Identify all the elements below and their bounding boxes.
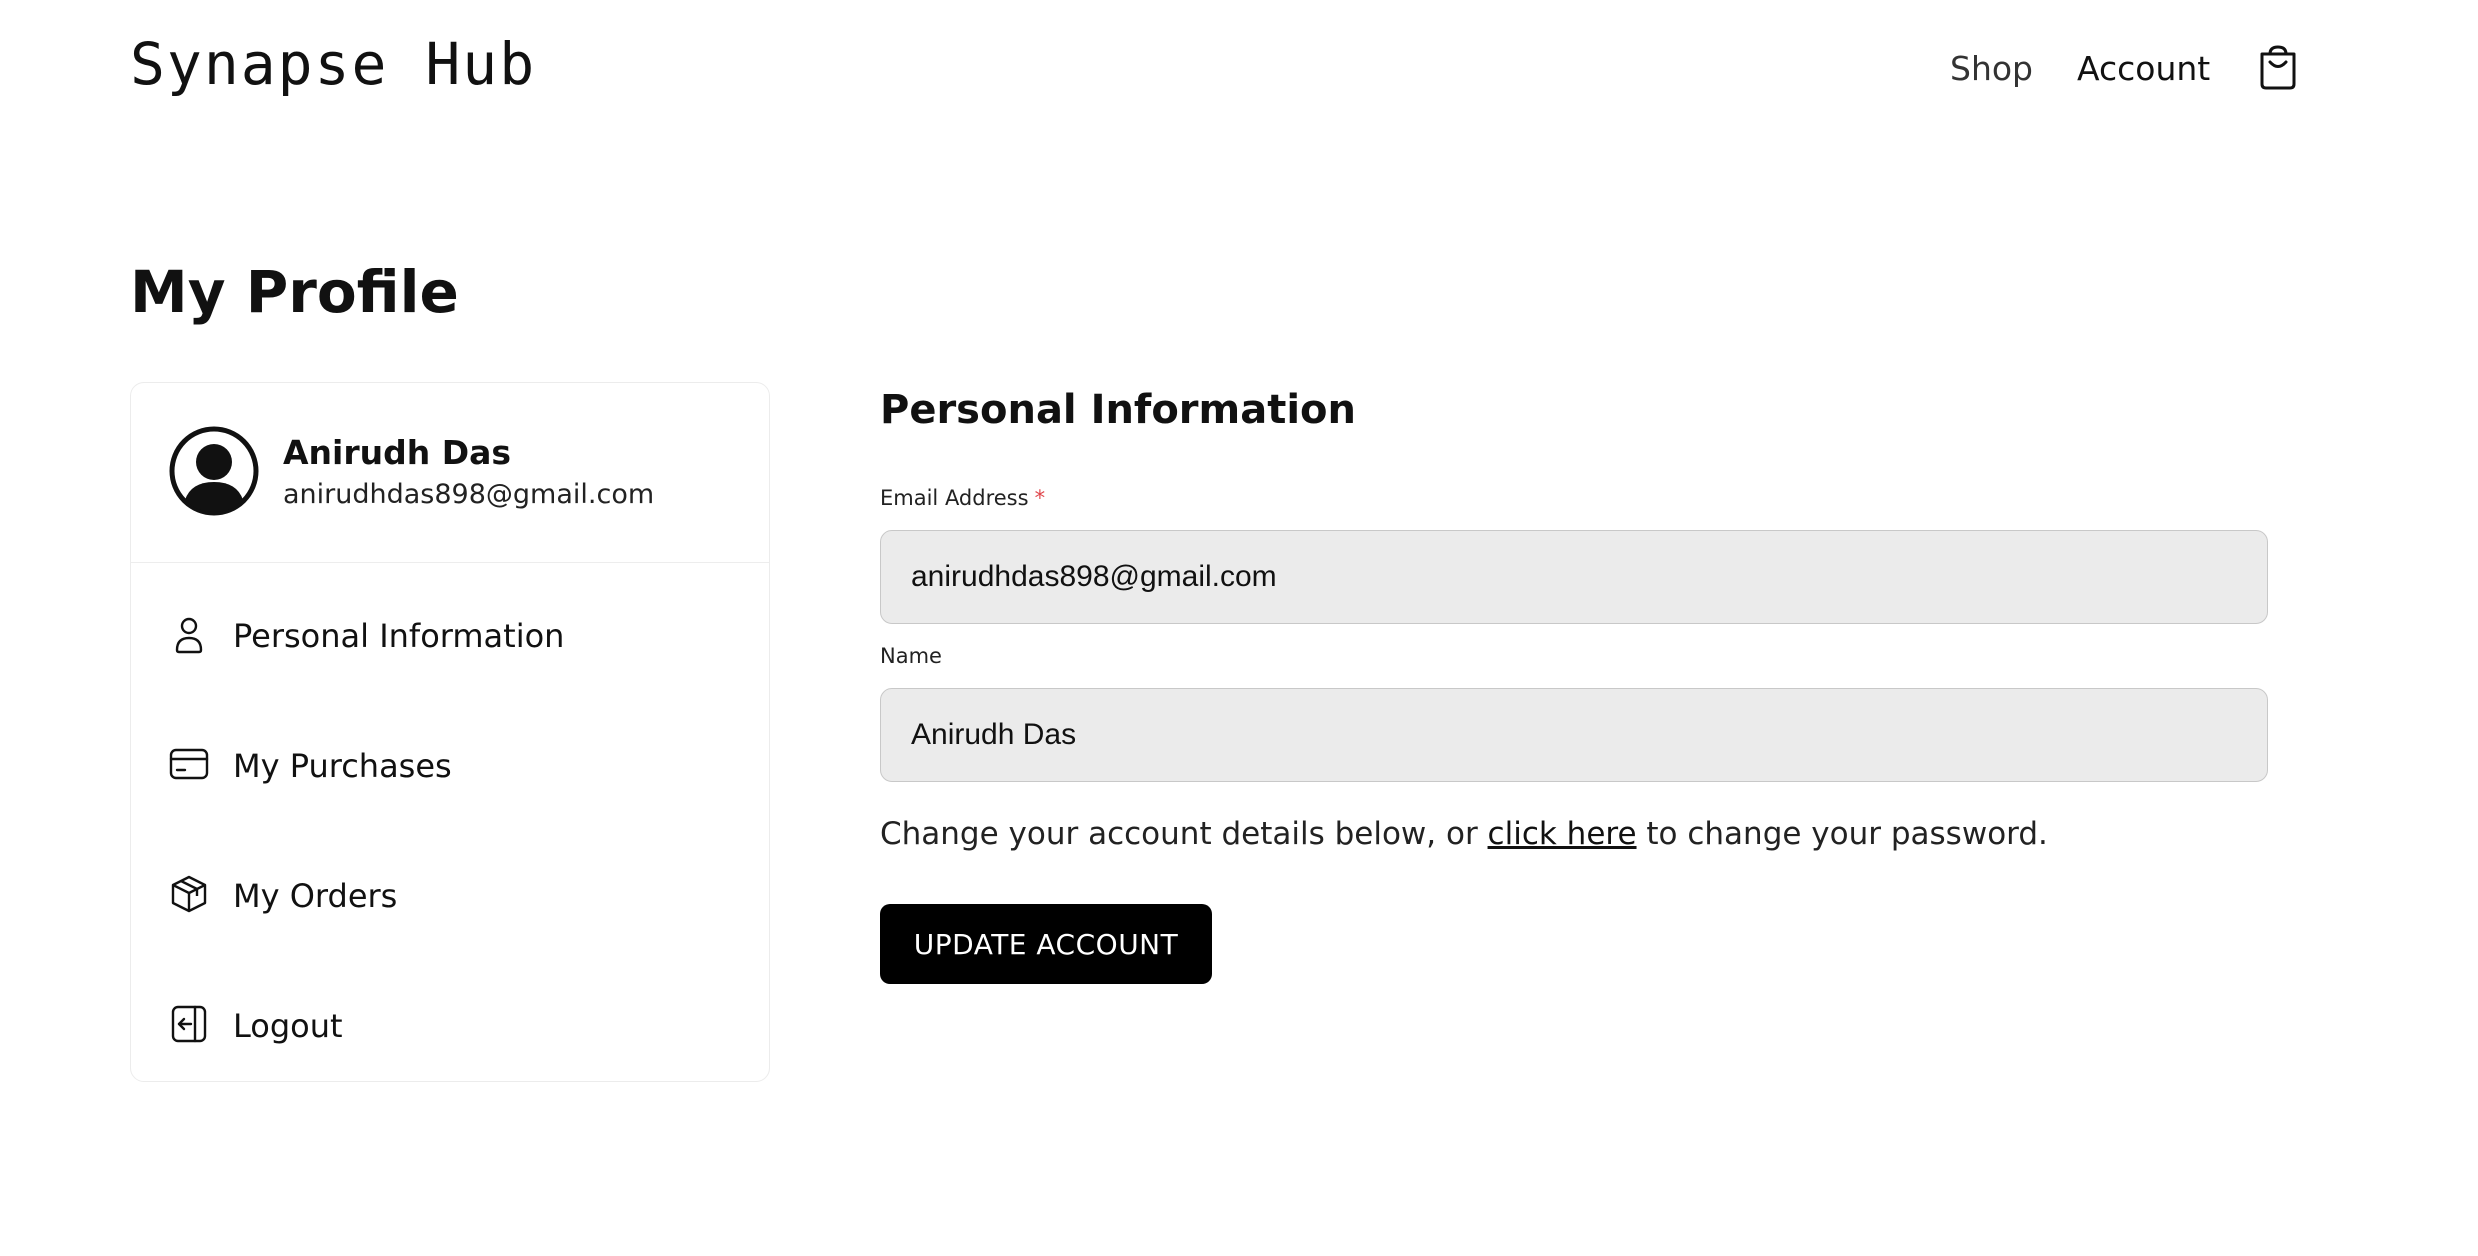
package-icon <box>169 874 209 918</box>
section-title: Personal Information <box>880 387 1356 433</box>
shopping-bag-icon[interactable] <box>2256 44 2300 92</box>
sidebar-item-personal-information[interactable]: Personal Information <box>131 571 769 701</box>
page-title: My Profile <box>130 258 459 326</box>
nav-shop-link[interactable]: Shop <box>1950 49 2033 88</box>
profile-text: Anirudh Das anirudhdas898@gmail.com <box>283 431 654 515</box>
sidebar-item-label: Personal Information <box>233 617 565 655</box>
logout-icon <box>169 1004 209 1048</box>
sidebar-item-label: Logout <box>233 1007 343 1045</box>
profile-email: anirudhdas898@gmail.com <box>283 478 655 510</box>
user-icon <box>169 614 209 658</box>
credit-card-icon <box>169 744 209 788</box>
sidebar-menu: Personal Information My Purchases My Ord… <box>131 563 769 1081</box>
name-label: Name <box>880 644 942 668</box>
main-nav: Shop Account <box>1950 44 2300 92</box>
sidebar-item-label: My Orders <box>233 877 398 915</box>
sidebar-item-label: My Purchases <box>233 747 452 785</box>
help-text-before: Change your account details below, or <box>880 816 1488 852</box>
update-account-button[interactable]: UPDATE ACCOUNT <box>880 904 1212 984</box>
name-field[interactable] <box>880 688 2268 782</box>
brand-logo[interactable]: Synapse Hub <box>130 30 536 98</box>
change-password-link[interactable]: click here <box>1488 816 1637 852</box>
password-help-text: Change your account details below, or cl… <box>880 812 2270 856</box>
personal-information-panel: Personal Information Email Address* Name… <box>880 380 2270 984</box>
profile-sidebar: Anirudh Das anirudhdas898@gmail.com Pers… <box>130 382 770 1082</box>
site-header: Synapse Hub Shop Account <box>0 0 2478 150</box>
profile-card: Anirudh Das anirudhdas898@gmail.com <box>131 383 769 563</box>
email-label-text: Email Address <box>880 486 1029 510</box>
user-circle-icon <box>169 426 259 520</box>
sidebar-item-my-purchases[interactable]: My Purchases <box>131 701 769 831</box>
nav-account-link[interactable]: Account <box>2077 49 2210 88</box>
email-label: Email Address * <box>880 486 2270 510</box>
profile-name: Anirudh Das <box>283 432 512 472</box>
sidebar-item-my-orders[interactable]: My Orders <box>131 831 769 961</box>
required-mark: * <box>1034 486 1046 510</box>
sidebar-item-logout[interactable]: Logout <box>131 961 769 1081</box>
email-field[interactable] <box>880 530 2268 624</box>
help-text-after: to change your password. <box>1636 816 2048 852</box>
